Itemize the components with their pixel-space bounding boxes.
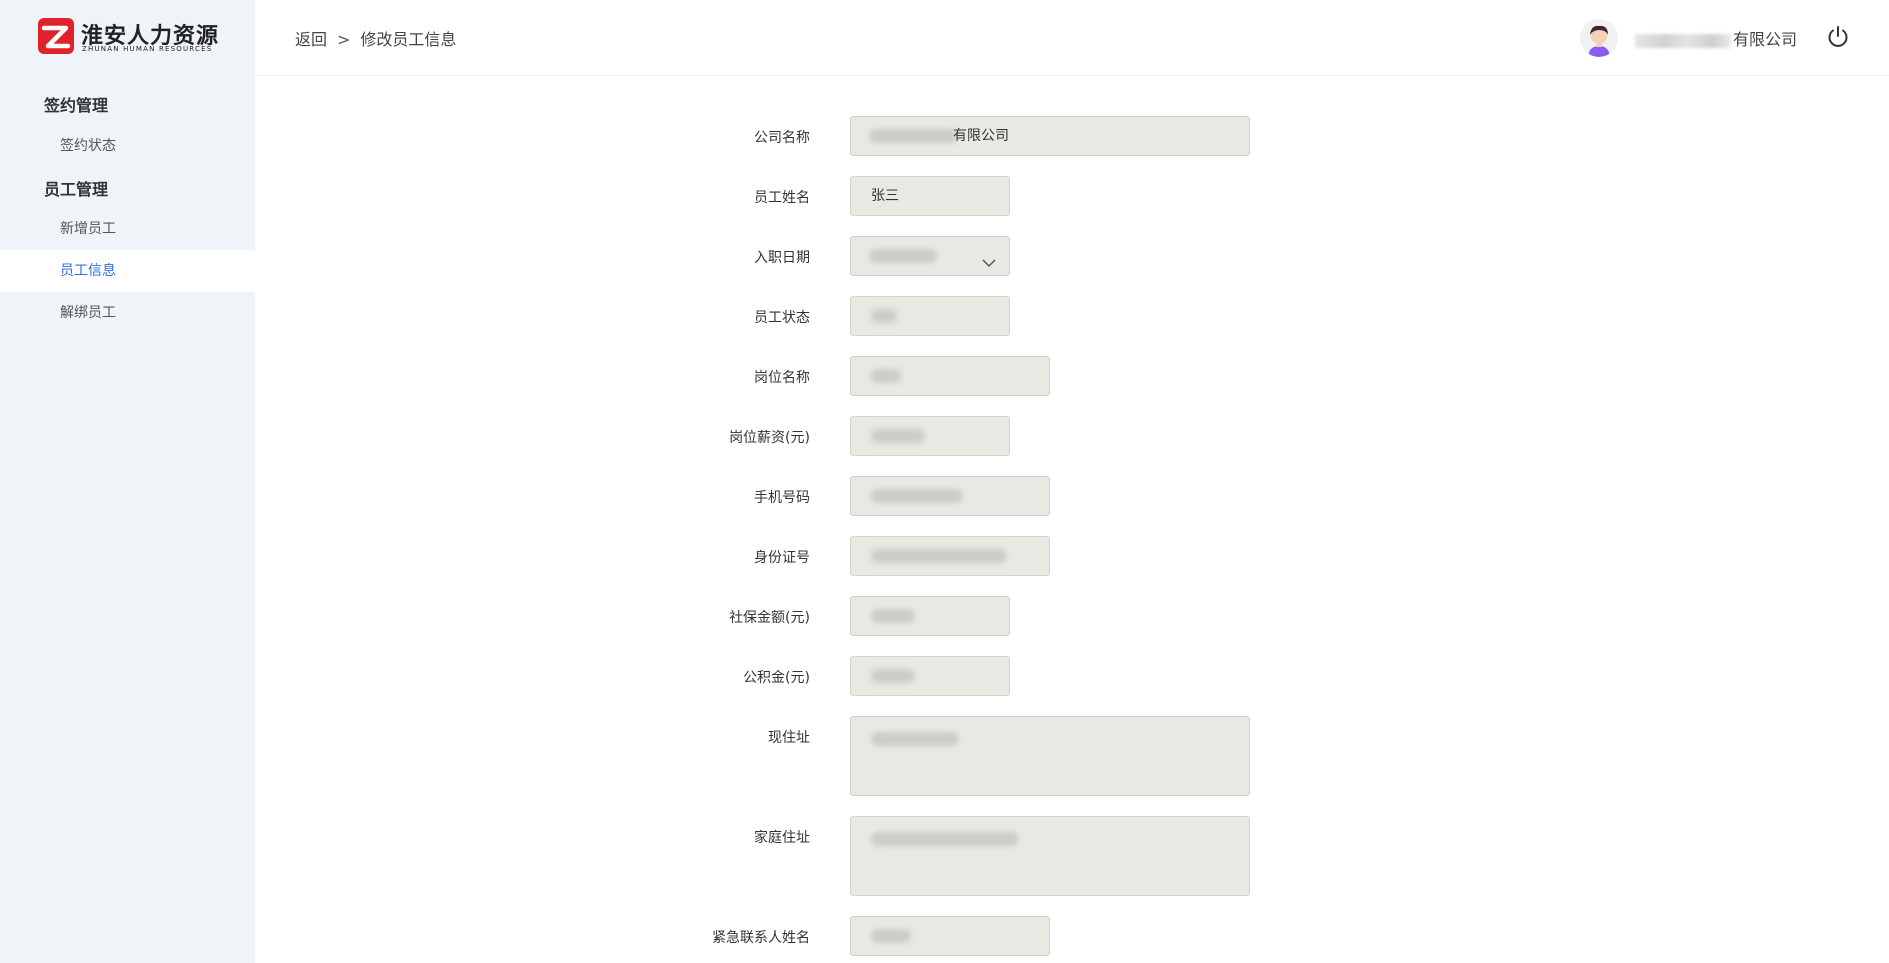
brand-name-en: ZHUNAN HUMAN RESOURCES [82,45,213,53]
employee-name-field[interactable]: 张三 [850,176,1010,216]
label-emergency-contact: 紧急联系人姓名 [712,930,810,946]
label-phone: 手机号码 [754,490,810,506]
sidebar-item-unbind-employee[interactable]: 解绑员工 [0,292,255,334]
label-employee-name: 员工姓名 [754,190,810,206]
label-hire-date: 入职日期 [754,250,810,266]
company-name-field[interactable]: 有限公司 [850,116,1250,156]
position-name-field[interactable] [850,356,1050,396]
logo-mark-icon [38,18,74,54]
sidebar-item-signing-status[interactable]: 签约状态 [0,125,255,167]
label-current-address: 现住址 [768,730,810,746]
breadcrumb-separator: > [337,30,351,49]
home-address-textarea[interactable] [850,816,1250,896]
resize-handle-icon[interactable] [1237,783,1247,793]
position-salary-field[interactable] [850,416,1010,456]
label-social-security: 社保金额(元) [729,610,810,626]
hire-date-select[interactable] [850,236,1010,276]
label-position-salary: 岗位薪资(元) [729,430,810,446]
housing-fund-field[interactable] [850,656,1010,696]
brand-logo: 淮安人力资源 ZHUNAN HUMAN RESOURCES [38,18,218,56]
employee-status-field[interactable] [850,296,1010,336]
nav-group-employees: 员工管理 [44,180,109,199]
label-company-name: 公司名称 [754,130,810,146]
current-address-textarea[interactable] [850,716,1250,796]
company-name-redacted [1635,33,1731,48]
user-avatar-icon[interactable] [1580,19,1618,57]
page-title: 修改员工信息 [360,30,457,49]
resize-handle-icon[interactable] [1237,883,1247,893]
label-position-name: 岗位名称 [754,370,810,386]
chevron-down-icon [981,248,997,268]
back-link[interactable]: 返回 [295,30,327,49]
nav-group-signing: 签约管理 [44,96,109,115]
sidebar-item-employee-info[interactable]: 员工信息 [0,250,255,292]
power-icon[interactable] [1825,24,1851,50]
label-housing-fund: 公积金(元) [743,670,810,686]
social-security-field[interactable] [850,596,1010,636]
label-home-address: 家庭住址 [754,830,810,846]
label-id-number: 身份证号 [754,550,810,566]
breadcrumb: 返回 > 修改员工信息 [295,26,456,50]
phone-field[interactable] [850,476,1050,516]
sidebar-item-add-employee[interactable]: 新增员工 [0,208,255,250]
label-employee-status: 员工状态 [754,310,810,326]
top-header: 返回 > 修改员工信息 有限公司 [255,0,1889,76]
company-name: 有限公司 [1635,26,1797,50]
id-number-field[interactable] [850,536,1050,576]
emergency-contact-field[interactable] [850,916,1050,956]
sidebar: 淮安人力资源 ZHUNAN HUMAN RESOURCES 签约管理 签约状态 … [0,0,255,963]
